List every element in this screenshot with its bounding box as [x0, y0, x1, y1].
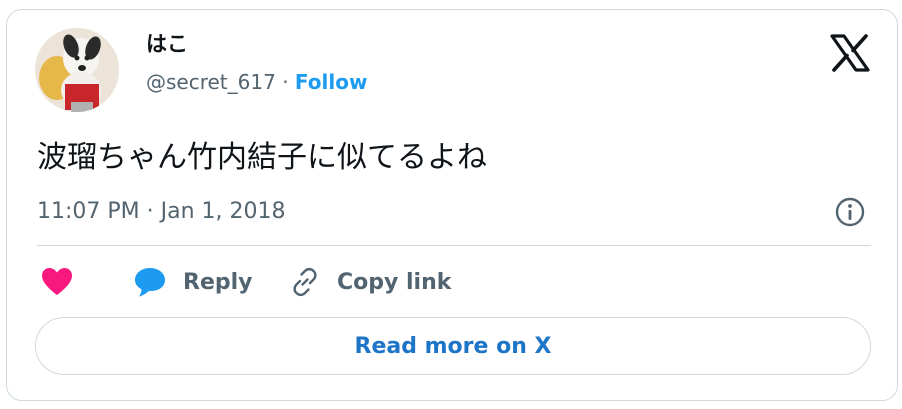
- avatar[interactable]: [35, 28, 119, 112]
- author-handle[interactable]: @secret_617: [146, 70, 276, 94]
- action-bar: Reply Copy link: [37, 262, 871, 302]
- like-button[interactable]: [41, 262, 73, 302]
- link-icon: [289, 266, 321, 298]
- follow-button[interactable]: Follow: [295, 70, 368, 94]
- divider: [37, 245, 871, 246]
- reply-label: Reply: [183, 269, 253, 295]
- tweet-embed-card: はこ @secret_617 · Follow 波瑠ちゃん竹内結子に似てるよね …: [6, 9, 898, 401]
- author-display-name[interactable]: はこ: [146, 31, 188, 57]
- separator-dot: ·: [282, 70, 289, 94]
- avatar-image: [35, 28, 119, 112]
- heart-icon: [41, 267, 73, 297]
- copy-link-button[interactable]: Copy link: [289, 262, 451, 302]
- reply-button[interactable]: Reply: [133, 262, 253, 302]
- copy-link-label: Copy link: [337, 269, 452, 295]
- info-icon[interactable]: [834, 196, 866, 228]
- author-handle-row: @secret_617 · Follow: [146, 69, 367, 95]
- tweet-text: 波瑠ちゃん竹内結子に似てるよね: [37, 140, 487, 175]
- x-logo-icon[interactable]: [830, 34, 870, 72]
- speech-bubble-icon: [133, 266, 167, 298]
- tweet-timestamp[interactable]: 11:07 PM · Jan 1, 2018: [37, 197, 286, 227]
- read-more-button[interactable]: Read more on X: [35, 317, 871, 375]
